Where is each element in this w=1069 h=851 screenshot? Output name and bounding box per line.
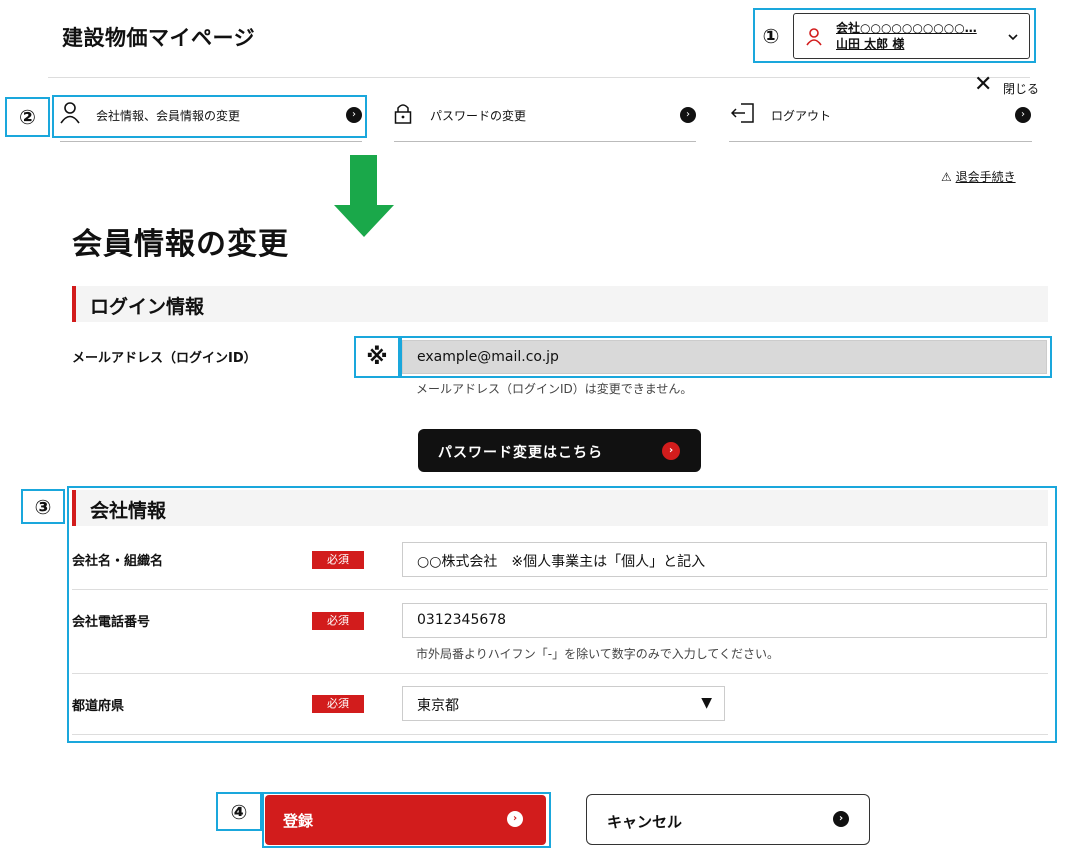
callout-number-4: ④ <box>216 792 262 831</box>
section-title-login: ログイン情報 <box>90 296 205 318</box>
arrow-right-icon: › <box>662 442 680 460</box>
callout-number-1: ① <box>755 10 787 61</box>
callout-frame-email <box>400 336 1052 378</box>
arrow-right-icon: › <box>833 811 849 827</box>
down-arrow-icon <box>350 155 377 207</box>
warning-icon: ⚠ <box>941 170 952 184</box>
chevron-down-icon <box>1008 34 1018 41</box>
dropdown-triangle-icon: ▼ <box>701 695 712 711</box>
withdraw-link-label: 退会手続き <box>955 170 1016 184</box>
phone-note: 市外局番よりハイフン「-」を除いて数字のみで入力してください。 <box>416 647 780 661</box>
nav-item-logout[interactable]: ログアウト › <box>729 96 1032 142</box>
company-phone-label: 会社電話番号 <box>72 615 151 630</box>
lock-icon <box>394 104 412 124</box>
close-button-label[interactable]: 閉じる <box>1003 80 1039 97</box>
withdraw-link[interactable]: ⚠ 退会手続き <box>941 168 1016 185</box>
required-badge: 必須 <box>312 695 364 713</box>
user-icon <box>806 28 822 46</box>
nav-label-logout: ログアウト <box>771 109 832 123</box>
header-divider <box>48 77 1030 78</box>
cancel-button-label: キャンセル <box>607 813 683 831</box>
user-name: 山田 太郎 様 <box>836 37 905 51</box>
company-phone-input[interactable]: 0312345678 <box>402 603 1047 638</box>
nav-label-password: パスワードの変更 <box>430 109 527 123</box>
arrow-right-icon: › <box>1015 107 1031 123</box>
row-divider <box>72 589 1048 590</box>
row-divider <box>72 673 1048 674</box>
note-mark: ※ <box>356 338 398 376</box>
brand-title: 建設物価マイページ <box>62 26 256 50</box>
callout-number-2: ② <box>5 97 50 137</box>
user-company: 会社○○○○○○○○○○… <box>836 21 977 35</box>
email-label: メールアドレス（ログインID） <box>72 351 257 366</box>
prefecture-select[interactable]: 東京都 ▼ <box>402 686 725 721</box>
row-divider <box>72 734 1048 735</box>
company-name-input[interactable]: ○○株式会社 ※個人事業主は「個人」と記入 <box>402 542 1047 577</box>
callout-number-3: ③ <box>21 489 65 524</box>
company-name-label: 会社名・組織名 <box>72 554 164 569</box>
user-menu-button[interactable]: 会社○○○○○○○○○○… 山田 太郎 様 <box>793 13 1030 59</box>
section-heading-login: ログイン情報 <box>72 286 1048 322</box>
logout-icon <box>731 103 754 123</box>
required-badge: 必須 <box>312 612 364 630</box>
email-note: メールアドレス（ログインID）は変更できません。 <box>416 382 693 396</box>
callout-frame-4 <box>262 792 551 848</box>
prefecture-value: 東京都 <box>417 698 459 714</box>
nav-item-password[interactable]: パスワードの変更 › <box>394 96 696 142</box>
down-arrow-head-icon <box>334 205 394 237</box>
callout-frame-2 <box>52 95 367 138</box>
password-change-button[interactable]: パスワード変更はこちら › <box>418 429 701 472</box>
arrow-right-icon: › <box>680 107 696 123</box>
required-badge: 必須 <box>312 551 364 569</box>
cancel-button[interactable]: キャンセル › <box>586 794 870 845</box>
close-icon[interactable]: ✕ <box>974 74 992 96</box>
page-title: 会員情報の変更 <box>72 227 289 262</box>
prefecture-label: 都道府県 <box>72 699 125 714</box>
password-change-button-label: パスワード変更はこちら <box>438 445 603 461</box>
